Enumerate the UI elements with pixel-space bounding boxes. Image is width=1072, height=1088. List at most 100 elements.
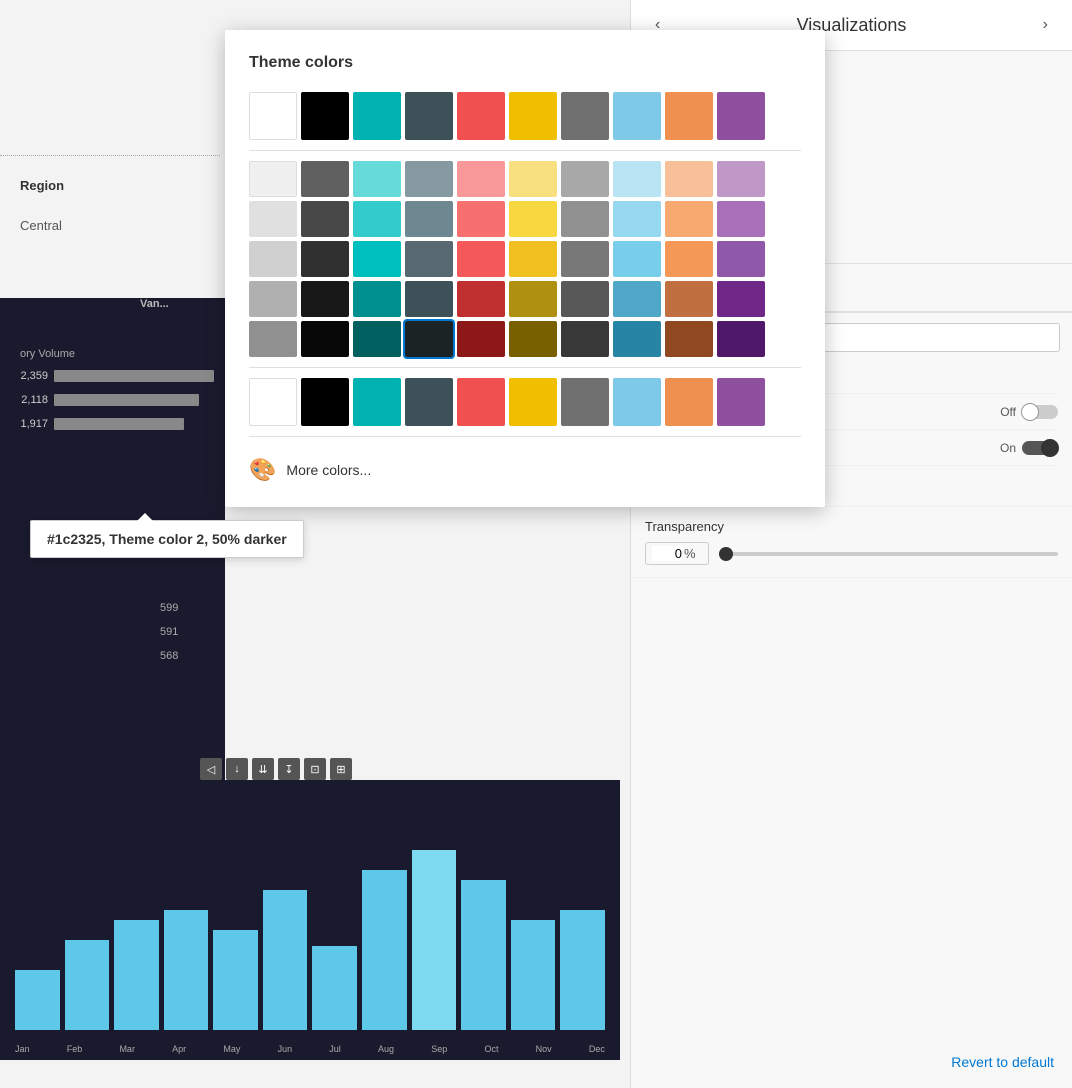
more-colors-row[interactable]: 🎨 More colors... — [249, 447, 801, 487]
shade-1-0[interactable] — [249, 161, 297, 197]
shade-1-6[interactable] — [561, 161, 609, 197]
viz-next-button[interactable]: › — [1035, 12, 1056, 38]
chart-subtitle: ory Volume — [20, 348, 75, 360]
shade-2-8[interactable] — [665, 201, 713, 237]
shade-row-3 — [249, 241, 801, 277]
shade-5-4[interactable] — [457, 321, 505, 357]
recent-4[interactable] — [457, 378, 505, 426]
shade-3-4[interactable] — [457, 241, 505, 277]
shade-3-1[interactable] — [301, 241, 349, 277]
swatch-darkblue[interactable] — [405, 92, 453, 140]
toggle-on-track[interactable] — [1022, 441, 1058, 455]
swatch-black[interactable] — [301, 92, 349, 140]
shade-5-8[interactable] — [665, 321, 713, 357]
swatch-red[interactable] — [457, 92, 505, 140]
recent-9[interactable] — [717, 378, 765, 426]
shade-2-1[interactable] — [301, 201, 349, 237]
tool-btn-4[interactable]: ↧ — [278, 758, 300, 780]
shade-4-8[interactable] — [665, 281, 713, 317]
swatch-lightblue[interactable] — [613, 92, 661, 140]
shade-3-9[interactable] — [717, 241, 765, 277]
swatch-teal[interactable] — [353, 92, 401, 140]
month-feb: Feb — [67, 1044, 83, 1054]
shade-5-9[interactable] — [717, 321, 765, 357]
shade-1-7[interactable] — [613, 161, 661, 197]
shade-5-3-selected[interactable] — [405, 321, 453, 357]
shade-2-3[interactable] — [405, 201, 453, 237]
shade-2-5[interactable] — [509, 201, 557, 237]
shade-3-0[interactable] — [249, 241, 297, 277]
swatch-gray[interactable] — [561, 92, 609, 140]
transparency-section: Transparency % — [631, 507, 1072, 578]
shade-4-2[interactable] — [353, 281, 401, 317]
swatch-purple[interactable] — [717, 92, 765, 140]
bar-nov — [511, 920, 556, 1030]
shade-3-7[interactable] — [613, 241, 661, 277]
shade-4-9[interactable] — [717, 281, 765, 317]
shade-2-2[interactable] — [353, 201, 401, 237]
shade-4-0[interactable] — [249, 281, 297, 317]
shade-1-9[interactable] — [717, 161, 765, 197]
shade-4-6[interactable] — [561, 281, 609, 317]
bar-may — [213, 930, 258, 1030]
transparency-input[interactable] — [652, 546, 682, 561]
recent-0[interactable] — [249, 378, 297, 426]
recent-5[interactable] — [509, 378, 557, 426]
shade-5-6[interactable] — [561, 321, 609, 357]
tool-btn-5[interactable]: ⊡ — [304, 758, 326, 780]
shade-1-5[interactable] — [509, 161, 557, 197]
recent-2[interactable] — [353, 378, 401, 426]
bar-fill-1 — [54, 370, 214, 382]
bar-dec — [560, 910, 605, 1030]
shade-2-6[interactable] — [561, 201, 609, 237]
shade-5-7[interactable] — [613, 321, 661, 357]
shade-4-5[interactable] — [509, 281, 557, 317]
shade-5-0[interactable] — [249, 321, 297, 357]
shade-1-4[interactable] — [457, 161, 505, 197]
month-apr: Apr — [172, 1044, 186, 1054]
shade-5-5[interactable] — [509, 321, 557, 357]
shade-3-3[interactable] — [405, 241, 453, 277]
shade-3-6[interactable] — [561, 241, 609, 277]
shade-1-3[interactable] — [405, 161, 453, 197]
tool-btn-6[interactable]: ⊞ — [330, 758, 352, 780]
shade-4-7[interactable] — [613, 281, 661, 317]
shade-2-4[interactable] — [457, 201, 505, 237]
swatch-yellow[interactable] — [509, 92, 557, 140]
bar-apr — [164, 910, 209, 1030]
toolbar: ◁ ↓ ⇊ ↧ ⊡ ⊞ — [200, 758, 352, 780]
shade-3-2[interactable] — [353, 241, 401, 277]
recent-6[interactable] — [561, 378, 609, 426]
recent-3[interactable] — [405, 378, 453, 426]
shade-1-8[interactable] — [665, 161, 713, 197]
swatch-white[interactable] — [249, 92, 297, 140]
transparency-thumb — [719, 547, 733, 561]
tool-btn-2[interactable]: ↓ — [226, 758, 248, 780]
month-oct: Oct — [484, 1044, 498, 1054]
shade-2-7[interactable] — [613, 201, 661, 237]
color-picker-title: Theme colors — [249, 54, 801, 72]
shade-1-2[interactable] — [353, 161, 401, 197]
shade-5-1[interactable] — [301, 321, 349, 357]
tool-btn-3[interactable]: ⇊ — [252, 758, 274, 780]
transparency-slider[interactable] — [719, 552, 1058, 556]
recent-7[interactable] — [613, 378, 661, 426]
tool-btn-1[interactable]: ◁ — [200, 758, 222, 780]
recent-8[interactable] — [665, 378, 713, 426]
shade-3-5[interactable] — [509, 241, 557, 277]
shade-row-2 — [249, 201, 801, 237]
shade-2-0[interactable] — [249, 201, 297, 237]
transparency-input-wrap: % — [645, 542, 709, 565]
shade-4-4[interactable] — [457, 281, 505, 317]
toggle-off-track[interactable] — [1022, 405, 1058, 419]
shade-4-3[interactable] — [405, 281, 453, 317]
shade-5-2[interactable] — [353, 321, 401, 357]
swatch-orange[interactable] — [665, 92, 713, 140]
shade-1-1[interactable] — [301, 161, 349, 197]
recent-1[interactable] — [301, 378, 349, 426]
revert-default-button[interactable]: Revert to default — [951, 1054, 1054, 1070]
shade-2-9[interactable] — [717, 201, 765, 237]
shade-4-1[interactable] — [301, 281, 349, 317]
toggle-on-text: On — [1000, 441, 1016, 455]
shade-3-8[interactable] — [665, 241, 713, 277]
